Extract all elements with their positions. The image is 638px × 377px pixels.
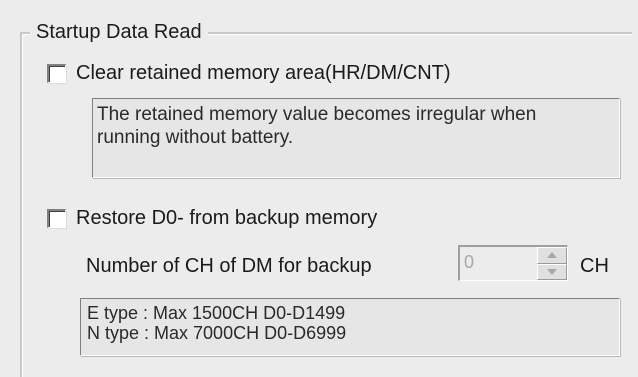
restore-backup-checkbox[interactable] [47,208,66,228]
dm-backup-count-label: Number of CH of DM for backup [86,255,372,277]
type-range-info-box: E type : Max 1500CH D0-D1499 N type : Ma… [80,298,620,356]
dm-backup-count-value[interactable]: 0 [460,247,537,280]
restore-backup-row[interactable]: Restore D0- from backup memory [47,206,377,230]
clear-retained-memory-row[interactable]: Clear retained memory area(HR/DM/CNT) [47,61,451,85]
retained-memory-info-line: The retained memory value becomes irregu… [97,104,537,125]
restore-backup-label[interactable]: Restore D0- from backup memory [76,206,377,230]
type-range-line: E type : Max 1500CH D0-D1499 [87,303,346,323]
groupbox-title: Startup Data Read [30,20,208,44]
dm-backup-count-spinner[interactable]: 0 [458,245,568,281]
triangle-down-icon [547,268,557,275]
clear-retained-memory-label[interactable]: Clear retained memory area(HR/DM/CNT) [76,61,451,85]
clear-retained-memory-checkbox[interactable] [47,63,66,83]
triangle-up-icon [547,252,557,259]
retained-memory-info-box: The retained memory value becomes irregu… [92,98,620,178]
dm-backup-unit: CH [580,255,609,277]
spin-up-button[interactable] [537,247,567,264]
retained-memory-info-line: running without battery. [97,127,294,148]
spinner-buttons [537,247,567,280]
type-range-line: N type : Max 7000CH D0-D6999 [87,323,347,343]
spin-down-button[interactable] [537,263,567,280]
